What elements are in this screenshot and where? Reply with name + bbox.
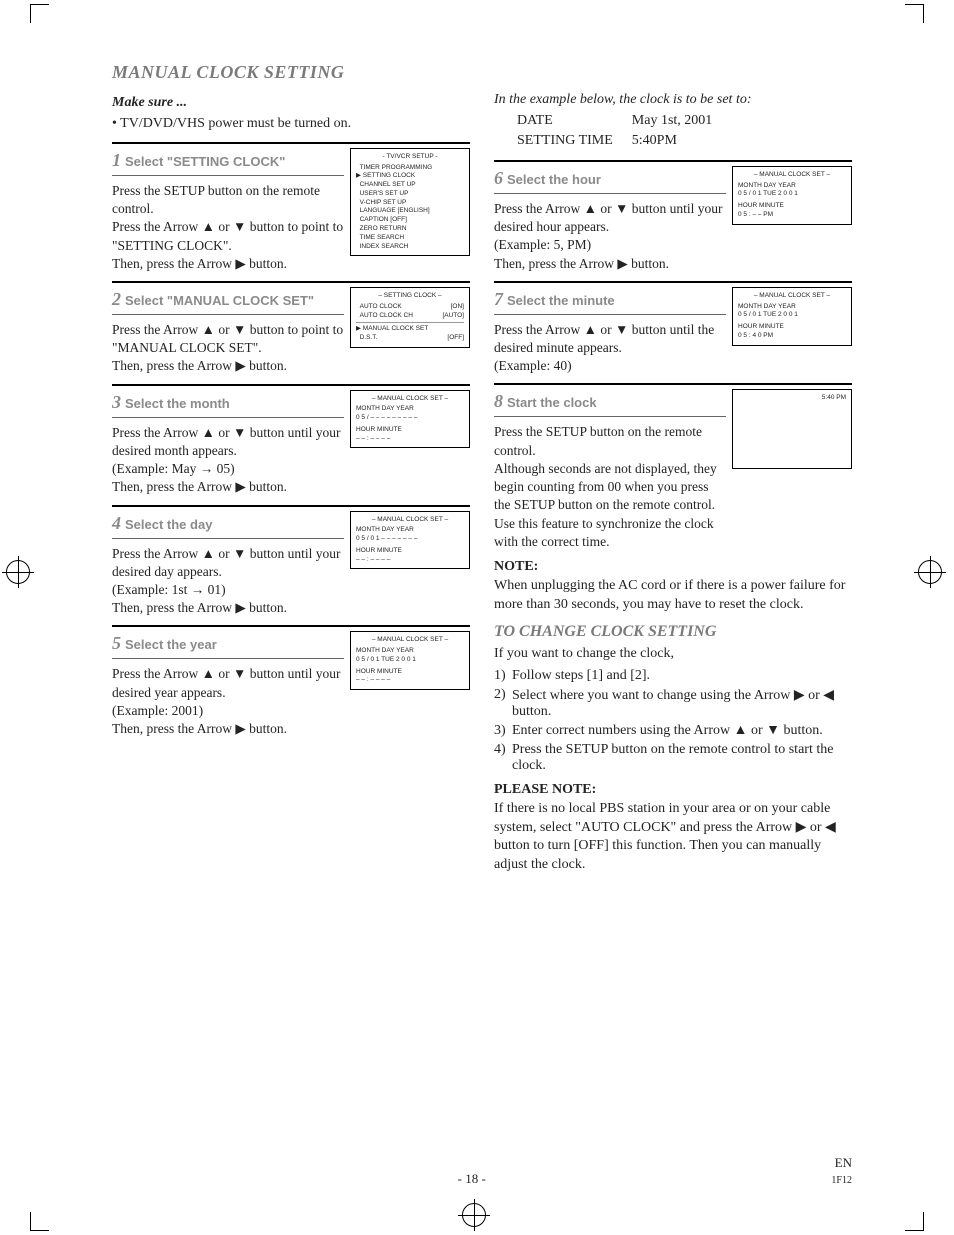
please-note-text: If there is no local PBS station in your… xyxy=(494,800,852,876)
change-steps: 1)Follow steps [1] and [2].2)Select wher… xyxy=(494,668,852,774)
step-2: 2Select "MANUAL CLOCK SET"Press the Arro… xyxy=(112,287,470,376)
make-sure-label: Make sure ... xyxy=(112,95,470,111)
step-6: 6Select the hourPress the Arrow ▲ or ▼ b… xyxy=(494,166,852,273)
please-note-label: PLEASE NOTE: xyxy=(494,782,852,798)
section-title: MANUAL CLOCK SETTING xyxy=(112,62,852,83)
change-intro: If you want to change the clock, xyxy=(494,645,852,664)
step-5: 5Select the yearPress the Arrow ▲ or ▼ b… xyxy=(112,631,470,738)
step-3: 3Select the monthPress the Arrow ▲ or ▼ … xyxy=(112,390,470,497)
example-table: DATEMay 1st, 2001 SETTING TIME5:40PM xyxy=(514,110,730,152)
step-8: 8Start the clockPress the SETUP button o… xyxy=(494,389,852,551)
footer: - 18 - EN 1F12 xyxy=(112,1155,852,1187)
example-intro: In the example below, the clock is to be… xyxy=(494,91,852,110)
make-sure-item: • TV/DVD/VHS power must be turned on. xyxy=(112,115,470,134)
step-4: 4Select the dayPress the Arrow ▲ or ▼ bu… xyxy=(112,511,470,618)
change-title: TO CHANGE CLOCK SETTING xyxy=(494,623,852,641)
note-label: NOTE: xyxy=(494,559,852,575)
step-7: 7Select the minutePress the Arrow ▲ or ▼… xyxy=(494,287,852,376)
note-text: When unplugging the AC cord or if there … xyxy=(494,577,852,615)
step-1: 1Select "SETTING CLOCK"Press the SETUP b… xyxy=(112,148,470,273)
